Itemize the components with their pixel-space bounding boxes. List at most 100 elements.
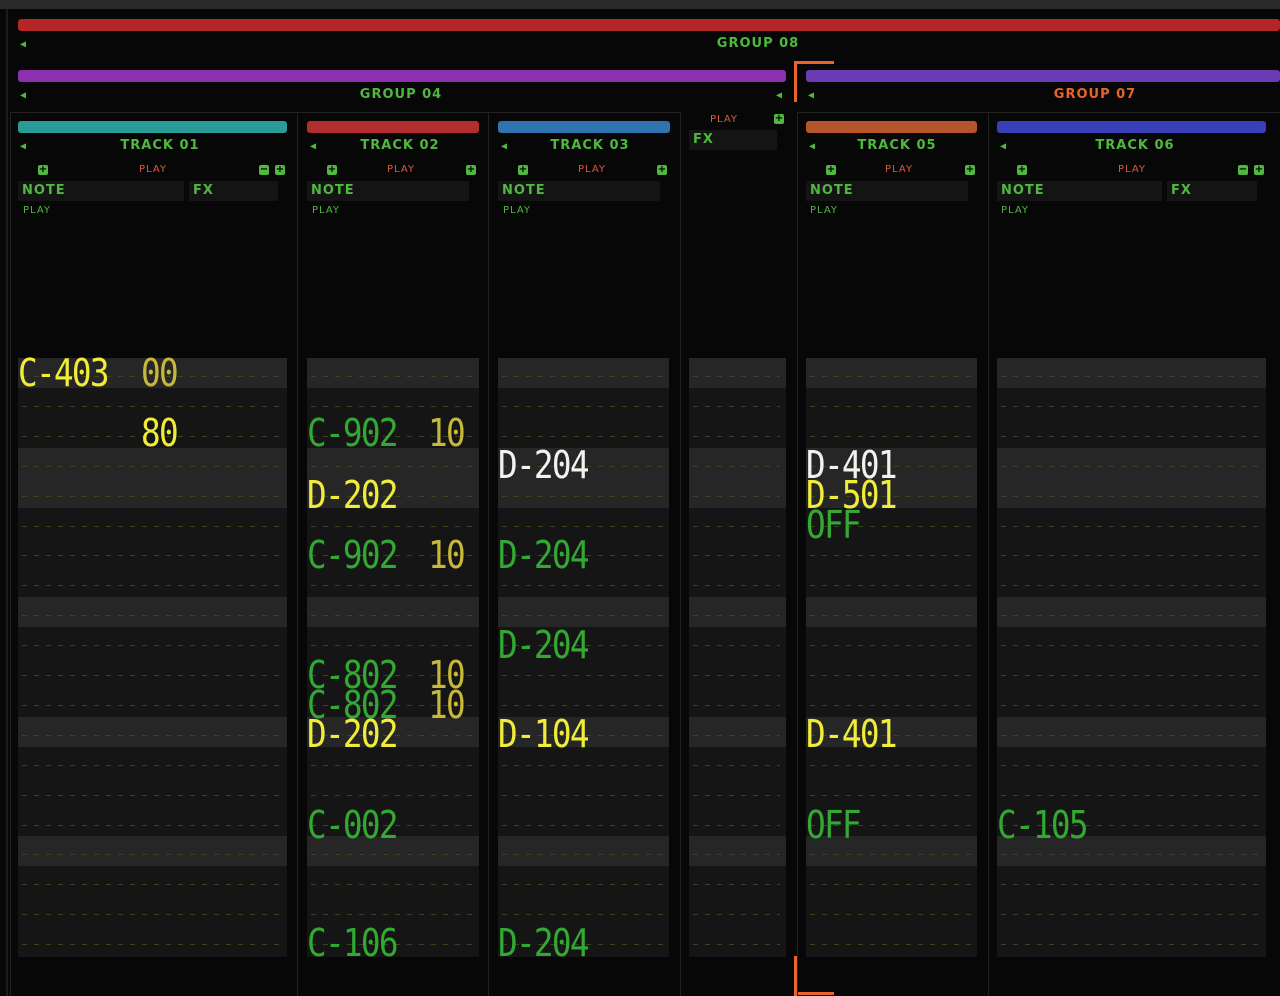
track02-row02-velocity[interactable]: 10 xyxy=(428,414,466,452)
track-separator xyxy=(988,112,989,996)
group08-color-bar[interactable] xyxy=(18,19,1280,31)
track02-row06-note[interactable]: C-902 xyxy=(307,536,399,574)
track06-remove-minus-icon[interactable]: − xyxy=(1238,165,1248,175)
group04-color-bar[interactable] xyxy=(18,70,786,82)
track01-note-column-header[interactable]: NOTE xyxy=(18,181,184,201)
empty-step-placeholder xyxy=(1001,764,1260,766)
track01-label[interactable]: TRACK 01 xyxy=(90,138,230,153)
beat-row-highlight xyxy=(689,716,786,747)
empty-step-placeholder xyxy=(311,854,473,856)
track01-fx-column-header[interactable]: FX xyxy=(189,181,278,201)
track01-row00-velocity[interactable]: 00 xyxy=(141,354,179,392)
track03-add-fx-plus-icon[interactable]: + xyxy=(657,165,667,175)
track03-color-bar[interactable] xyxy=(498,121,670,133)
track05-color-bar[interactable] xyxy=(806,121,977,133)
track02-row15-note[interactable]: C-002 xyxy=(307,806,399,844)
group04-fx-column-header[interactable]: FX xyxy=(689,130,777,150)
track01-collapse-arrow-icon[interactable]: ◀ xyxy=(20,142,26,152)
track01-add-plus-icon[interactable]: + xyxy=(38,165,48,175)
empty-step-placeholder xyxy=(810,585,971,587)
track06-add-plus-icon[interactable]: + xyxy=(1017,165,1027,175)
track05-add-fx-plus-icon[interactable]: + xyxy=(965,165,975,175)
track06-row15-note[interactable]: C-105 xyxy=(997,806,1089,844)
track03-note-column-header[interactable]: NOTE xyxy=(498,181,660,201)
track02-add-plus-icon[interactable]: + xyxy=(327,165,337,175)
track01-color-bar[interactable] xyxy=(18,121,287,133)
track03-play-label[interactable]: PLAY xyxy=(559,164,625,175)
track02-row04-note[interactable]: D-202 xyxy=(307,476,399,514)
track05-collapse-arrow-icon[interactable]: ◀ xyxy=(809,142,815,152)
track02-collapse-arrow-icon[interactable]: ◀ xyxy=(310,142,316,152)
empty-step-placeholder xyxy=(810,675,971,676)
empty-step-placeholder xyxy=(311,405,473,407)
track02-note-column-header[interactable]: NOTE xyxy=(307,181,469,201)
group07-collapse-arrow-icon[interactable]: ◀ xyxy=(808,91,814,101)
track06-color-bar[interactable] xyxy=(997,121,1266,133)
empty-step-placeholder xyxy=(22,525,281,527)
track02-row12-note[interactable]: D-202 xyxy=(307,715,399,753)
track05-row05-note-off[interactable]: OFF xyxy=(806,506,862,544)
track05-label[interactable]: TRACK 05 xyxy=(827,138,967,153)
track01-remove-minus-icon[interactable]: − xyxy=(259,165,269,175)
track05-row15-note-off[interactable]: OFF xyxy=(806,806,862,844)
empty-step-placeholder xyxy=(502,585,663,587)
empty-step-placeholder xyxy=(22,465,281,467)
group08-label[interactable]: GROUP 08 xyxy=(600,36,916,51)
track03-row19-note[interactable]: D-204 xyxy=(498,924,590,962)
track05-note-column-header[interactable]: NOTE xyxy=(806,181,968,201)
track06-add-fx-plus-icon[interactable]: + xyxy=(1254,165,1264,175)
track05-row12-note[interactable]: D-401 xyxy=(806,715,898,753)
track05-add-plus-icon[interactable]: + xyxy=(826,165,836,175)
group07-selection-bracket-bottom-tick xyxy=(794,992,834,995)
group07-label[interactable]: GROUP 07 xyxy=(1000,87,1190,102)
group04-collapse-arrow-icon[interactable]: ◀ xyxy=(20,91,26,101)
track01-play-label[interactable]: PLAY xyxy=(120,164,186,175)
empty-step-placeholder xyxy=(810,944,971,946)
track05-play-label[interactable]: PLAY xyxy=(866,164,932,175)
track03-label[interactable]: TRACK 03 xyxy=(520,138,660,153)
empty-step-placeholder xyxy=(693,914,780,916)
empty-step-placeholder xyxy=(311,645,473,647)
track01-row00-note[interactable]: C-403 xyxy=(18,354,110,392)
track02-row02-note[interactable]: C-902 xyxy=(307,414,399,452)
track02-row06-velocity[interactable]: 10 xyxy=(428,536,466,574)
track03-row06-note[interactable]: D-204 xyxy=(498,536,590,574)
group04-collapse-arrow-right-icon[interactable]: ◀ xyxy=(776,91,782,101)
track03-row12-note[interactable]: D-104 xyxy=(498,715,590,753)
track06-label[interactable]: TRACK 06 xyxy=(1065,138,1205,153)
track01-row02-velocity[interactable]: 80 xyxy=(141,414,179,452)
group04-fx-play-label[interactable]: PLAY xyxy=(695,114,753,125)
track01-add-fx-plus-icon[interactable]: + xyxy=(275,165,285,175)
group04-label[interactable]: GROUP 04 xyxy=(300,87,502,102)
track02-play-label[interactable]: PLAY xyxy=(368,164,434,175)
track02-label[interactable]: TRACK 02 xyxy=(330,138,470,153)
group07-color-bar[interactable] xyxy=(806,70,1280,82)
empty-step-placeholder xyxy=(693,824,780,826)
track06-collapse-arrow-icon[interactable]: ◀ xyxy=(1000,142,1006,152)
track06-fx-column-header[interactable]: FX xyxy=(1167,181,1257,201)
group08-collapse-arrow-icon[interactable]: ◀ xyxy=(20,40,26,50)
track03-add-plus-icon[interactable]: + xyxy=(518,165,528,175)
track06-note-column-header[interactable]: NOTE xyxy=(997,181,1162,201)
track-separator xyxy=(797,112,798,996)
empty-step-placeholder xyxy=(693,734,780,736)
group04-fx-add-plus-icon[interactable]: + xyxy=(774,114,784,124)
window-top-strip xyxy=(0,0,1280,9)
track02-row19-note[interactable]: C-106 xyxy=(307,924,399,962)
track02-color-bar[interactable] xyxy=(307,121,479,133)
track02-add-fx-plus-icon[interactable]: + xyxy=(466,165,476,175)
track01-sub-play-label: PLAY xyxy=(23,205,52,216)
track03-collapse-arrow-icon[interactable]: ◀ xyxy=(501,142,507,152)
track-separator xyxy=(297,112,298,996)
empty-step-placeholder xyxy=(502,794,663,796)
beat-row-highlight xyxy=(307,597,479,628)
track03-row03-note[interactable]: D-204 xyxy=(498,446,590,484)
beat-row-highlight xyxy=(689,836,786,867)
track02-row11-velocity[interactable]: 10 xyxy=(428,686,466,724)
empty-step-placeholder xyxy=(311,615,473,617)
empty-step-placeholder xyxy=(693,465,780,467)
empty-step-placeholder xyxy=(693,854,780,856)
track06-play-label[interactable]: PLAY xyxy=(1099,164,1165,175)
empty-step-placeholder xyxy=(502,884,663,886)
track03-row09-note[interactable]: D-204 xyxy=(498,626,590,664)
